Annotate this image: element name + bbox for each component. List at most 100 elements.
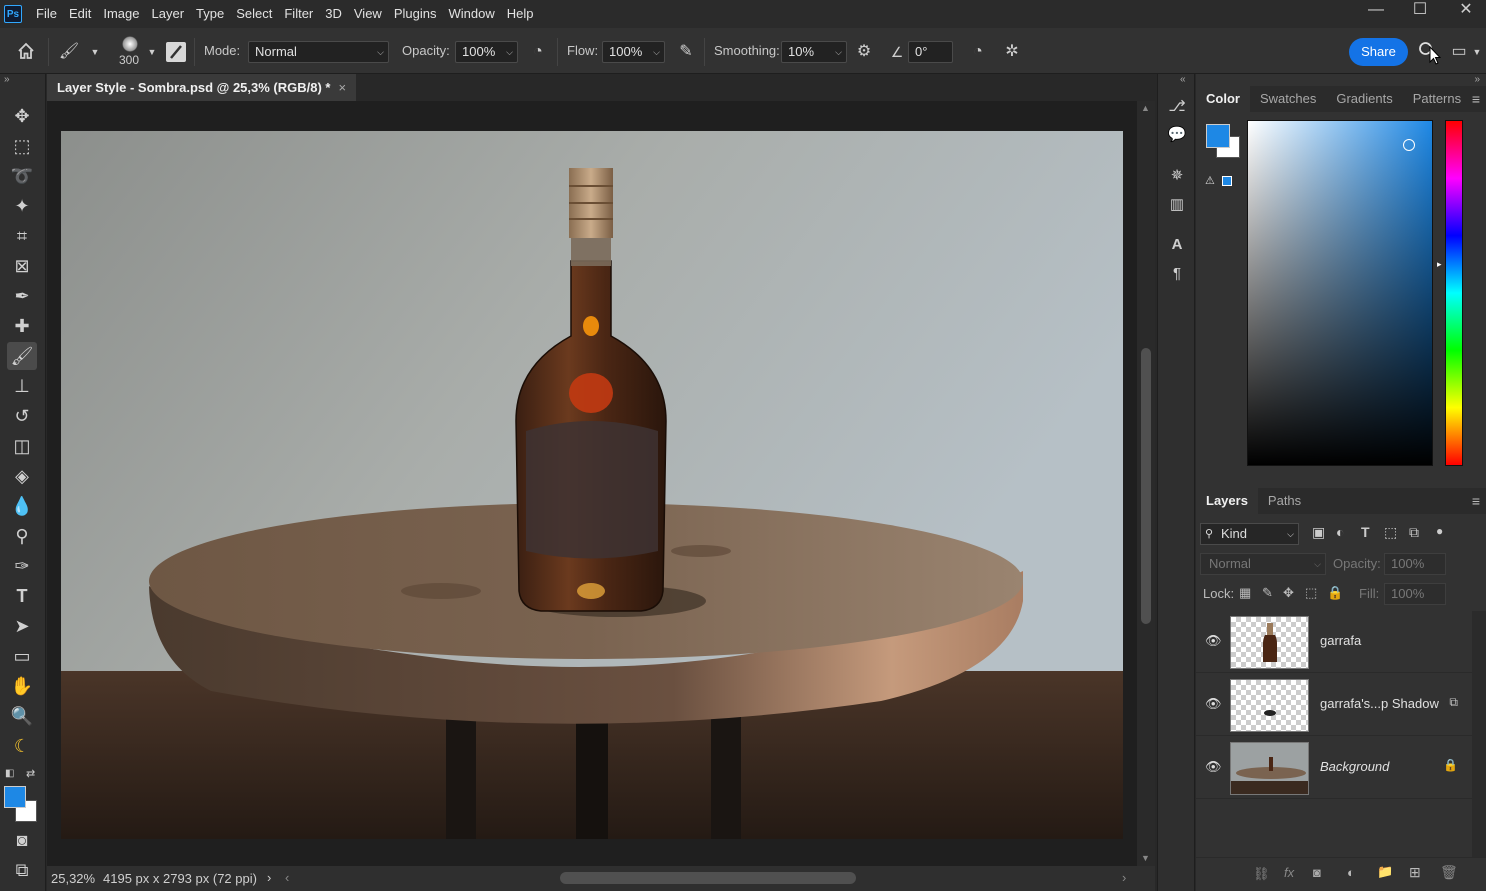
clone-stamp-tool-icon[interactable]: ⊥ [7,372,37,400]
filter-shape-icon[interactable]: ⬚ [1384,524,1397,541]
maximize-button[interactable]: ☐ [1398,0,1442,22]
layer-row[interactable]: 👁 Background 🔒 [1196,737,1472,799]
marquee-tool-icon[interactable]: ⬚ [7,132,37,160]
document-tab[interactable]: Layer Style - Sombra.psd @ 25,3% (RGB/8)… [47,74,357,101]
lock-artboard-icon[interactable]: ⬚ [1305,585,1317,601]
menu-window[interactable]: Window [442,0,500,28]
menu-layer[interactable]: Layer [146,0,191,28]
pressure-size-icon[interactable]: ◔ [967,41,989,63]
layer-name[interactable]: Background [1320,759,1389,774]
home-icon[interactable] [15,41,37,63]
tab-color[interactable]: Color [1196,86,1250,112]
airbrush-icon[interactable]: ✎ [675,41,697,63]
tab-paths[interactable]: Paths [1258,488,1311,514]
menu-file[interactable]: File [30,0,63,28]
comments-icon[interactable]: 💬 [1166,124,1188,146]
brush-tip-icon[interactable] [122,36,138,52]
scroll-down-icon[interactable]: ▼ [1141,853,1150,863]
document-image[interactable] [61,131,1123,839]
color-picker-field[interactable] [1247,120,1433,466]
paint-bucket-tool-icon[interactable]: ◈ [7,462,37,490]
collapse-panels-icon[interactable]: » [1474,74,1480,85]
close-tab-icon[interactable]: × [338,74,346,101]
zoom-tool-icon[interactable]: 🔍 [7,702,37,730]
adjustments-icon[interactable]: ✵ [1166,165,1188,187]
tab-gradients[interactable]: Gradients [1326,86,1402,112]
color-picker-cursor[interactable] [1403,139,1415,151]
menu-3d[interactable]: 3D [319,0,348,28]
menu-help[interactable]: Help [501,0,540,28]
lock-transparent-icon[interactable]: ▦ [1239,585,1251,601]
type-tool-icon[interactable]: T [7,582,37,610]
hand-tool-icon[interactable]: ✋ [7,672,37,700]
scroll-right-icon[interactable]: › [1122,870,1126,885]
dodge-tool-icon[interactable]: ⚲ [7,522,37,550]
brush-angle-input[interactable]: 0° [908,41,953,63]
lock-all-icon[interactable]: 🔒 [1327,585,1343,601]
banana-icon[interactable]: ☾ [7,732,37,760]
character-icon[interactable]: A [1166,234,1188,256]
brushes-icon[interactable]: ▥ [1166,194,1188,216]
menu-type[interactable]: Type [190,0,230,28]
move-tool-icon[interactable]: ✥ [7,102,37,130]
layer-name[interactable]: garrafa's...p Shadow [1320,696,1439,711]
menu-select[interactable]: Select [230,0,278,28]
default-colors-icon[interactable]: ◧ [5,768,14,779]
scroll-left-icon[interactable]: ‹ [285,870,289,885]
layer-name[interactable]: garrafa [1320,633,1361,648]
filter-pixel-icon[interactable]: ▣ [1312,524,1325,541]
mode-select[interactable]: Normal ⌵ [248,41,389,63]
color-panel-foreground-swatch[interactable] [1206,124,1230,148]
menu-plugins[interactable]: Plugins [388,0,443,28]
chevron-down-icon[interactable]: ▼ [84,41,106,63]
history-brush-tool-icon[interactable]: ↺ [7,402,37,430]
collapse-dock-icon[interactable]: « [1180,74,1186,85]
trash-icon[interactable]: 🗑 [1440,864,1458,881]
screen-mode-icon[interactable]: ⧉ [7,856,37,884]
gear-icon[interactable]: ⚙ [853,41,875,63]
layer-row[interactable]: 👁 garrafa's...p Shadow ⧉ [1196,674,1472,736]
layer-opacity-input[interactable]: 100% [1384,553,1446,575]
visibility-eye-icon[interactable]: 👁 [1205,633,1222,649]
symmetry-butterfly-icon[interactable]: ✲ [1001,41,1023,63]
new-group-folder-icon[interactable]: 📁 [1377,864,1393,880]
visibility-eye-icon[interactable]: 👁 [1205,696,1222,712]
web-safe-color-icon[interactable] [1222,176,1232,186]
fill-input[interactable]: 100% [1384,583,1446,605]
vertical-scrollbar[interactable]: ▲ ▼ [1137,101,1155,866]
paragraph-icon[interactable]: ¶ [1166,263,1188,285]
filter-adjustment-icon[interactable]: ◐ [1336,524,1344,540]
visibility-eye-icon[interactable]: 👁 [1205,759,1222,775]
frame-tool-icon[interactable]: ⊠ [7,252,37,280]
pen-tool-icon[interactable]: ✑ [7,552,37,580]
link-layers-icon[interactable]: ⛓ [1253,866,1270,882]
brush-tool-icon[interactable]: 🖌 [7,342,37,370]
brush-tool-preset-icon[interactable]: 🖌 [58,41,80,63]
brush-settings-panel-icon[interactable] [166,42,186,62]
filter-type-icon[interactable]: T [1361,524,1370,540]
lasso-tool-icon[interactable]: ➰ [7,162,37,190]
lock-image-icon[interactable]: ✎ [1262,585,1273,601]
adjustment-layer-icon[interactable]: ◐ [1347,865,1355,880]
collapse-toolbar-icon[interactable]: » [4,74,10,85]
menu-view[interactable]: View [348,0,388,28]
filter-toggle-icon[interactable]: ● [1436,524,1443,538]
pressure-opacity-icon[interactable]: ◔ [527,41,549,63]
magic-wand-tool-icon[interactable]: ✦ [7,192,37,220]
new-layer-icon[interactable]: ⊞ [1409,864,1421,881]
menu-image[interactable]: Image [97,0,145,28]
share-button[interactable]: Share [1349,38,1408,66]
blend-mode-select[interactable]: Normal ⌵ [1200,553,1326,575]
hue-slider[interactable] [1445,120,1463,466]
horizontal-scroll-thumb[interactable] [560,872,856,884]
hue-slider-marker-icon[interactable]: ▸ [1437,259,1442,270]
history-icon[interactable]: ⎇ [1166,96,1188,118]
crop-tool-icon[interactable]: ⌗ [7,222,37,250]
healing-brush-tool-icon[interactable]: ✚ [7,312,37,340]
eyedropper-tool-icon[interactable]: ✒ [7,282,37,310]
blur-tool-icon[interactable]: 💧 [7,492,37,520]
scroll-up-icon[interactable]: ▲ [1141,103,1150,113]
layer-style-fx-icon[interactable]: fx [1284,865,1294,880]
flow-input[interactable]: 100% ⌵ [602,41,665,63]
zoom-level[interactable]: 25,32% [51,871,95,886]
